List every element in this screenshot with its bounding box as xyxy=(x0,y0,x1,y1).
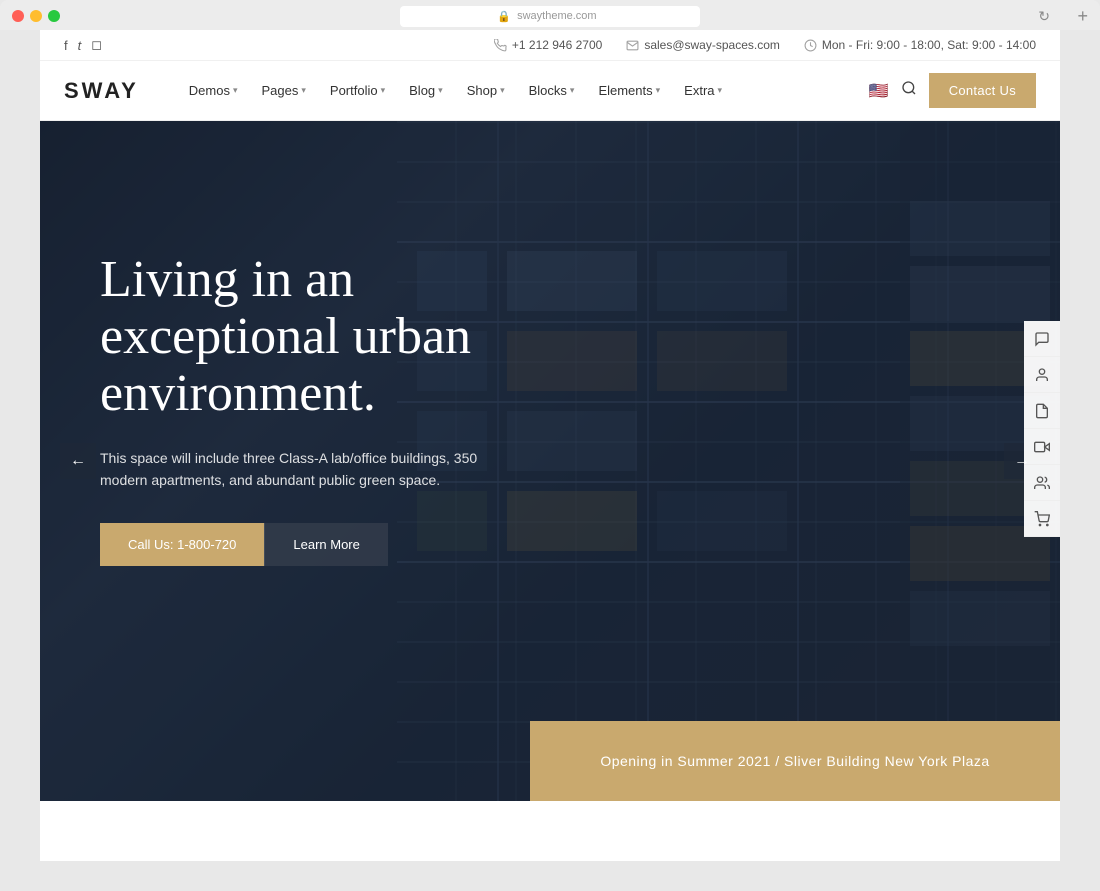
arrow-left-icon: ← xyxy=(70,452,86,470)
email-info: sales@sway-spaces.com xyxy=(626,38,780,52)
minimize-button[interactable] xyxy=(30,10,42,22)
phone-info: +1 212 946 2700 xyxy=(494,38,602,52)
sidebar-widget-panel xyxy=(1024,321,1060,537)
website-container: f t ◻ +1 212 946 2700 sales@sway-spaces.… xyxy=(40,30,1060,861)
nav-actions: 🇺🇸 Contact Us xyxy=(869,73,1036,108)
nav-blog-label: Blog xyxy=(409,83,435,98)
topbar: f t ◻ +1 212 946 2700 sales@sway-spaces.… xyxy=(40,30,1060,61)
opening-banner: Opening in Summer 2021 / Sliver Building… xyxy=(530,721,1060,801)
clock-icon xyxy=(804,39,817,52)
nav-blog[interactable]: Blog ▾ xyxy=(399,75,453,106)
document-icon[interactable] xyxy=(1024,393,1060,429)
nav-pages-label: Pages xyxy=(262,83,299,98)
prev-slide-button[interactable]: ← xyxy=(60,443,96,479)
url-text: swaytheme.com xyxy=(517,10,596,22)
hero-description: This space will include three Class-A la… xyxy=(100,447,480,492)
reload-button[interactable]: ↻ xyxy=(1038,8,1050,25)
close-button[interactable] xyxy=(12,10,24,22)
phone-number: +1 212 946 2700 xyxy=(512,38,602,52)
learn-more-button[interactable]: Learn More xyxy=(264,523,387,566)
chevron-down-icon: ▾ xyxy=(500,85,505,96)
hero-buttons: Call Us: 1-800-720 Learn More xyxy=(100,523,600,566)
nav-demos[interactable]: Demos ▾ xyxy=(179,75,248,106)
chevron-down-icon: ▾ xyxy=(570,85,575,96)
chevron-down-icon: ▾ xyxy=(301,85,306,96)
cart-icon[interactable] xyxy=(1024,501,1060,537)
nav-shop-label: Shop xyxy=(467,83,497,98)
hours-info: Mon - Fri: 9:00 - 18:00, Sat: 9:00 - 14:… xyxy=(804,38,1036,52)
video-icon[interactable] xyxy=(1024,429,1060,465)
chevron-down-icon: ▾ xyxy=(233,85,238,96)
nav-blocks-label: Blocks xyxy=(529,83,567,98)
business-hours: Mon - Fri: 9:00 - 18:00, Sat: 9:00 - 14:… xyxy=(822,38,1036,52)
account-icon[interactable] xyxy=(1024,357,1060,393)
opening-text: Opening in Summer 2021 / Sliver Building… xyxy=(600,753,989,769)
instagram-icon[interactable]: ◻ xyxy=(91,37,102,53)
facebook-icon[interactable]: f xyxy=(64,38,68,53)
nav-elements-label: Elements xyxy=(598,83,652,98)
hero-content: Living in an exceptional urban environme… xyxy=(100,251,600,566)
hero-title: Living in an exceptional urban environme… xyxy=(100,251,600,423)
nav-extra-label: Extra xyxy=(684,83,714,98)
nav-blocks[interactable]: Blocks ▾ xyxy=(519,75,585,106)
call-button[interactable]: Call Us: 1-800-720 xyxy=(100,523,264,566)
twitter-icon[interactable]: t xyxy=(78,38,82,53)
email-address: sales@sway-spaces.com xyxy=(644,38,780,52)
navbar: SWAY Demos ▾ Pages ▾ Portfolio ▾ Blog ▾ … xyxy=(40,61,1060,121)
browser-chrome: 🔒 swaytheme.com ↻ + xyxy=(0,0,1100,30)
nav-portfolio-label: Portfolio xyxy=(330,83,378,98)
nav-extra[interactable]: Extra ▾ xyxy=(674,75,732,106)
chevron-down-icon: ▾ xyxy=(438,85,443,96)
browser-titlebar: 🔒 swaytheme.com ↻ + xyxy=(0,0,1100,30)
users-icon[interactable] xyxy=(1024,465,1060,501)
address-bar[interactable]: 🔒 swaytheme.com xyxy=(400,6,700,27)
nav-portfolio[interactable]: Portfolio ▾ xyxy=(320,75,395,106)
social-icons: f t ◻ xyxy=(64,37,102,53)
nav-pages[interactable]: Pages ▾ xyxy=(252,75,316,106)
search-icon[interactable] xyxy=(901,80,917,101)
email-icon xyxy=(626,39,639,52)
nav-elements[interactable]: Elements ▾ xyxy=(588,75,670,106)
chat-widget-icon[interactable] xyxy=(1024,321,1060,357)
phone-icon xyxy=(494,39,507,52)
lock-icon: 🔒 xyxy=(497,10,511,23)
nav-shop[interactable]: Shop ▾ xyxy=(457,75,515,106)
hero-section: Living in an exceptional urban environme… xyxy=(40,121,1060,801)
chevron-down-icon: ▾ xyxy=(656,85,661,96)
logo[interactable]: SWAY xyxy=(64,78,139,104)
chevron-down-icon: ▾ xyxy=(381,85,386,96)
contact-button[interactable]: Contact Us xyxy=(929,73,1036,108)
nav-demos-label: Demos xyxy=(189,83,230,98)
maximize-button[interactable] xyxy=(48,10,60,22)
new-tab-button[interactable]: + xyxy=(1077,6,1088,27)
nav-menu: Demos ▾ Pages ▾ Portfolio ▾ Blog ▾ Shop … xyxy=(179,75,869,106)
chevron-down-icon: ▾ xyxy=(718,85,723,96)
language-flag-icon[interactable]: 🇺🇸 xyxy=(869,81,889,101)
